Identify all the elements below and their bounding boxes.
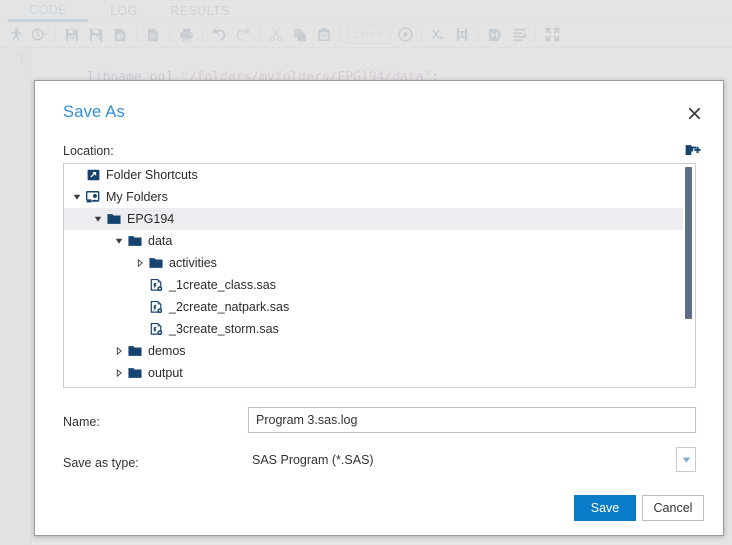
caret-right-icon[interactable] [112, 362, 126, 384]
tree-twisty-placeholder [133, 296, 147, 318]
folder-icon [147, 252, 165, 274]
chevron-down-icon[interactable] [676, 447, 696, 472]
tree-item--2create-natpark-sas[interactable]: _2create_natpark.sas [64, 296, 695, 318]
name-input[interactable] [248, 407, 696, 433]
caret-down-icon[interactable] [70, 186, 84, 208]
folder-icon [105, 208, 123, 230]
close-icon[interactable] [681, 100, 707, 126]
tree-list: Folder ShortcutsMy FoldersEPG194dataacti… [64, 164, 695, 384]
shortcut-folder-icon [84, 164, 102, 186]
caret-right-icon[interactable] [133, 252, 147, 274]
tree-item-label: _2create_natpark.sas [169, 296, 289, 318]
tree-item--1create-class-sas[interactable]: _1create_class.sas [64, 274, 695, 296]
location-tree[interactable]: Folder ShortcutsMy FoldersEPG194dataacti… [63, 163, 696, 388]
sas-file-icon [147, 318, 165, 340]
tree-twisty-placeholder [133, 274, 147, 296]
tree-item-output[interactable]: output [64, 362, 695, 384]
name-label: Name: [63, 415, 100, 429]
caret-right-icon[interactable] [112, 340, 126, 362]
sas-file-icon [147, 296, 165, 318]
save-as-dialog: Save As Location: Folder ShortcutsMy Fol… [34, 80, 724, 536]
tree-item-folder-shortcuts[interactable]: Folder Shortcuts [64, 164, 695, 186]
my-folders-icon [84, 186, 102, 208]
tree-twisty-placeholder [70, 164, 84, 186]
tree-twisty-placeholder [133, 318, 147, 340]
tree-item-epg194[interactable]: EPG194 [64, 208, 695, 230]
save-as-type-label: Save as type: [63, 456, 139, 470]
tree-item-label: data [148, 230, 172, 252]
caret-down-icon[interactable] [91, 208, 105, 230]
tree-item-label: My Folders [106, 186, 168, 208]
tree-item-label: EPG194 [127, 208, 174, 230]
tree-item-demos[interactable]: demos [64, 340, 695, 362]
tree-item-label: output [148, 362, 183, 384]
tree-item-label: _1create_class.sas [169, 274, 276, 296]
save-button[interactable]: Save [574, 495, 636, 521]
location-label: Location: [63, 144, 114, 158]
sas-file-icon [147, 274, 165, 296]
tree-scrollbar-thumb[interactable] [685, 167, 692, 319]
tree-item-label: Folder Shortcuts [106, 164, 198, 186]
tree-item-activities[interactable]: activities [64, 252, 695, 274]
caret-down-icon[interactable] [112, 230, 126, 252]
dialog-title: Save As [63, 103, 125, 122]
cancel-button[interactable]: Cancel [642, 495, 704, 521]
tree-scrollbar[interactable] [683, 164, 695, 387]
sas-studio-app: CODE LOG RESULTS [0, 0, 732, 545]
tree-item-my-folders[interactable]: My Folders [64, 186, 695, 208]
folder-icon [126, 362, 144, 384]
save-as-type-select[interactable]: SAS Program (*.SAS) [248, 447, 696, 472]
tree-item-label: activities [169, 252, 217, 274]
tree-item-label: _3create_storm.sas [169, 318, 279, 340]
folder-icon [126, 340, 144, 362]
new-folder-icon[interactable] [683, 141, 703, 159]
save-as-type-value: SAS Program (*.SAS) [248, 453, 676, 467]
tree-item--3create-storm-sas[interactable]: _3create_storm.sas [64, 318, 695, 340]
folder-icon [126, 230, 144, 252]
tree-item-data[interactable]: data [64, 230, 695, 252]
tree-item-label: demos [148, 340, 186, 362]
